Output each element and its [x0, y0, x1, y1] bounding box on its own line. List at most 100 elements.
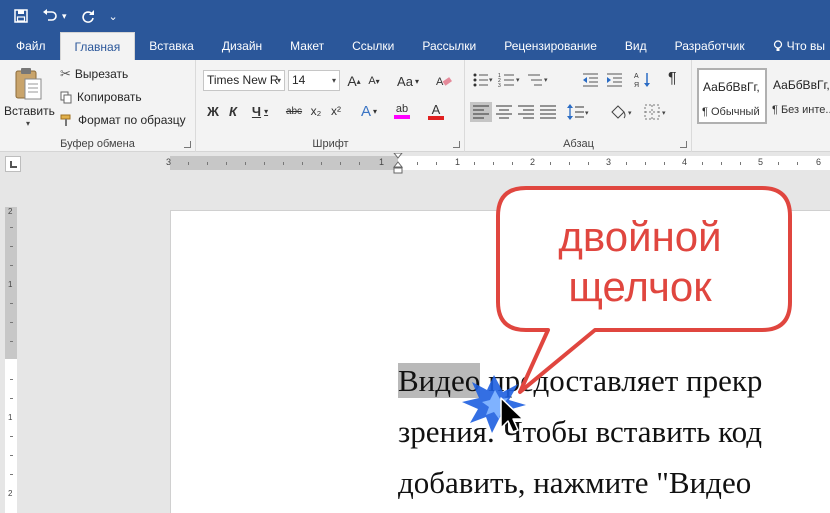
- grow-font-button[interactable]: A ▴: [345, 71, 363, 91]
- indent-marker-icon[interactable]: [393, 153, 403, 175]
- shrink-font-button[interactable]: A ▾: [365, 71, 383, 91]
- copy-label: Копировать: [77, 90, 142, 104]
- tab-review[interactable]: Рецензирование: [490, 32, 611, 60]
- paragraph-group: ▾ 1 2 3 ▾ ▾ AЯ ¶ ▾ ▾ ▾ Абзац: [466, 60, 692, 152]
- selected-word[interactable]: Видео: [398, 363, 481, 398]
- paste-button[interactable]: Вставить ▾: [4, 64, 55, 128]
- vertical-ruler[interactable]: 2 1 1 2: [5, 207, 17, 513]
- copy-button[interactable]: Копировать: [60, 87, 142, 107]
- style-normal[interactable]: АаБбВвГг, ¶ Обычный: [697, 68, 767, 124]
- ruler-tick: [10, 303, 13, 304]
- change-case-button[interactable]: Aa ▾: [393, 71, 423, 91]
- customize-toolbar-icon[interactable]: ⌄: [109, 6, 118, 26]
- tab-mailings[interactable]: Рассылки: [408, 32, 490, 60]
- redo-icon[interactable]: [81, 6, 95, 26]
- font-size-select[interactable]: 14 ▾: [288, 70, 340, 91]
- tab-file[interactable]: Файл: [0, 32, 60, 60]
- svg-text:3: 3: [498, 83, 501, 88]
- decrease-indent-icon[interactable]: [582, 72, 600, 88]
- shading-icon[interactable]: ▾: [608, 102, 636, 122]
- ruler-tick: [474, 162, 475, 165]
- strikethrough-icon: abc: [285, 105, 303, 117]
- font-launcher-icon[interactable]: [453, 141, 460, 148]
- ruler-tick: [569, 162, 570, 165]
- ruler-tick: [778, 162, 779, 165]
- ruler-tick: [740, 162, 741, 165]
- bold-icon: Ж: [207, 103, 219, 119]
- align-left-icon[interactable]: [470, 102, 492, 122]
- underline-button[interactable]: Ч ▾: [247, 101, 273, 121]
- show-marks-icon[interactable]: ¶: [668, 70, 677, 88]
- bold-button[interactable]: Ж: [205, 101, 221, 121]
- strikethrough-button[interactable]: abc: [283, 101, 305, 121]
- tab-insert[interactable]: Вставка: [135, 32, 208, 60]
- copy-icon: [60, 91, 72, 103]
- font-family-select[interactable]: Times New R ▾: [203, 70, 285, 91]
- font-family-value: Times New R: [207, 73, 279, 87]
- ruler-label: 1: [8, 413, 13, 422]
- ribbon-tabs: Файл Главная Вставка Дизайн Макет Ссылки…: [0, 32, 830, 60]
- ruler-tick: [588, 162, 589, 165]
- quick-access-toolbar: ▾ ⌄: [0, 0, 830, 32]
- ruler-label: 5: [758, 157, 764, 167]
- scissors-icon: ✂: [60, 66, 71, 81]
- callout-text: двойной щелчок: [500, 212, 780, 312]
- borders-icon[interactable]: ▾: [642, 102, 670, 122]
- ruler-tick: [10, 455, 13, 456]
- callout-line-1: двойной: [558, 213, 722, 260]
- format-painter-button[interactable]: Формат по образцу: [60, 110, 186, 130]
- clipboard-group: Вставить ▾ ✂ Вырезать Копировать Формат …: [0, 60, 196, 152]
- increase-indent-icon[interactable]: [606, 72, 624, 88]
- align-right-icon[interactable]: [516, 102, 536, 122]
- grow-font-icon: A: [347, 73, 357, 89]
- doc-paragraph-line-3[interactable]: добавить, нажмите "Видео: [398, 465, 751, 501]
- ruler-tick: [702, 162, 703, 165]
- tell-me-search[interactable]: Что вы: [759, 32, 830, 60]
- ruler-label: 6: [816, 157, 822, 167]
- superscript-button[interactable]: x²: [327, 101, 345, 121]
- bullets-icon[interactable]: ▾: [472, 72, 494, 88]
- clear-formatting-button[interactable]: A: [433, 71, 455, 91]
- clipboard-launcher-icon[interactable]: [184, 141, 191, 148]
- font-color-button[interactable]: A: [423, 101, 449, 121]
- horizontal-ruler[interactable]: 3 1 1 2 3 4 5 6: [166, 153, 830, 174]
- doc-text: предоставляет прекр: [480, 363, 763, 398]
- ruler-tick: [340, 162, 341, 165]
- tab-developer[interactable]: Разработчик: [661, 32, 759, 60]
- subscript-button[interactable]: x₂: [307, 101, 325, 121]
- style-no-spacing[interactable]: АаБбВвГг, ¶ Без инте...: [769, 68, 830, 124]
- ruler-tick: [10, 398, 13, 399]
- save-icon[interactable]: [14, 6, 28, 26]
- numbering-icon[interactable]: 123▾: [498, 72, 522, 88]
- line-spacing-icon[interactable]: ▾: [566, 102, 592, 122]
- superscript-icon: x²: [331, 104, 341, 118]
- tab-home[interactable]: Главная: [59, 32, 136, 60]
- multilevel-list-icon[interactable]: ▾: [526, 72, 550, 88]
- italic-button[interactable]: К: [225, 101, 241, 121]
- undo-icon[interactable]: [42, 6, 58, 26]
- tab-selector-icon[interactable]: [5, 156, 21, 172]
- ruler-tick: [645, 162, 646, 165]
- svg-text:▾: ▾: [662, 110, 666, 117]
- doc-paragraph-line-2[interactable]: зрения. Чтобы вставить код: [398, 414, 762, 450]
- tab-references[interactable]: Ссылки: [338, 32, 408, 60]
- align-center-icon[interactable]: [494, 102, 514, 122]
- highlight-button[interactable]: ab: [389, 101, 415, 121]
- paste-dropdown-icon[interactable]: ▾: [4, 119, 52, 128]
- sort-icon[interactable]: AЯ: [634, 71, 652, 89]
- ruler-tick: [264, 162, 265, 165]
- doc-paragraph-line-1[interactable]: Видео предоставляет прекр: [398, 363, 762, 399]
- ruler-tick: [664, 162, 665, 165]
- tab-view[interactable]: Вид: [611, 32, 661, 60]
- paragraph-launcher-icon[interactable]: [680, 141, 687, 148]
- text-effects-button[interactable]: A ▾: [355, 101, 383, 121]
- ruler-tick: [10, 246, 13, 247]
- undo-dropdown-icon[interactable]: ▾: [62, 6, 67, 26]
- cut-button[interactable]: ✂ Вырезать: [60, 64, 128, 84]
- justify-icon[interactable]: [538, 102, 558, 122]
- tab-layout[interactable]: Макет: [276, 32, 338, 60]
- ruler-tick: [207, 162, 208, 165]
- tab-design[interactable]: Дизайн: [208, 32, 276, 60]
- ruler-tick: [10, 322, 13, 323]
- font-color-icon: A: [431, 101, 441, 117]
